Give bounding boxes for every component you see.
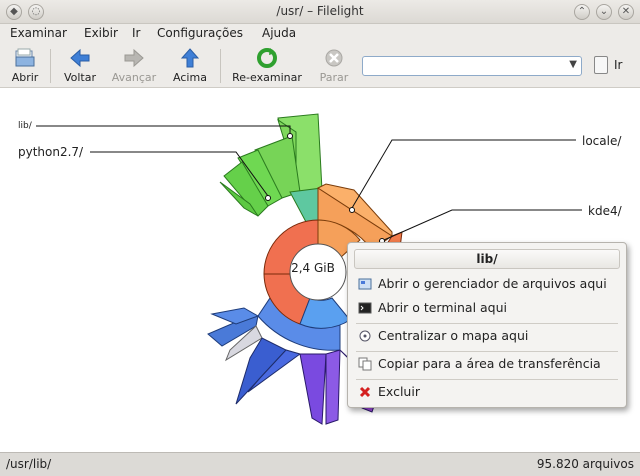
menu-item-center-map[interactable]: Centralizar o mapa aqui: [354, 325, 620, 347]
title-bar: ◆ ◌ /usr/ – Filelight ⌃ ⌄ ✕: [0, 0, 640, 24]
maximize-button[interactable]: ⌄: [596, 4, 612, 20]
back-button[interactable]: Voltar: [58, 44, 102, 88]
open-button[interactable]: Abrir: [6, 44, 44, 88]
stop-label: Parar: [319, 71, 349, 84]
menu-ir[interactable]: Ir: [132, 26, 140, 40]
window-title: /usr/ – Filelight: [276, 4, 364, 18]
go-label[interactable]: Ir: [614, 58, 622, 72]
refresh-icon: [257, 48, 277, 68]
menu-configuracoes[interactable]: Configurações: [157, 26, 243, 40]
rescan-button[interactable]: Re-examinar: [228, 44, 306, 88]
label-python[interactable]: python2.7/: [18, 145, 83, 159]
menu-item-open-terminal[interactable]: Abrir o terminal aqui: [354, 297, 620, 319]
center-map-icon: [359, 330, 371, 342]
status-path: /usr/lib/: [6, 457, 52, 471]
chevron-down-icon[interactable]: ▼: [569, 59, 577, 70]
toolbar-separator: [50, 49, 51, 83]
menu-item-open-file-manager[interactable]: Abrir o gerenciador de arquivos aqui: [354, 273, 620, 295]
menu-separator: [356, 379, 618, 380]
menu-item-delete[interactable]: Excluir: [354, 381, 620, 403]
rescan-label: Re-examinar: [232, 71, 302, 84]
lib-segments[interactable]: [219, 113, 323, 223]
folder-open-icon: [15, 48, 35, 67]
menu-item-copy[interactable]: Copiar para a área de transferência: [354, 353, 620, 375]
arrow-up-icon: [180, 48, 200, 68]
menu-item-label: Centralizar o mapa aqui: [378, 328, 529, 343]
arrow-left-icon: [70, 48, 90, 68]
menu-ajuda[interactable]: Ajuda: [262, 26, 296, 40]
location-combo[interactable]: ▼: [362, 56, 582, 76]
delete-icon: [359, 386, 371, 398]
menu-item-label: Excluir: [378, 384, 420, 399]
copy-icon: [358, 357, 372, 371]
status-file-count: 95.820 arquivos: [536, 457, 634, 471]
terminal-icon: [358, 302, 372, 314]
label-kde4[interactable]: kde4/: [588, 204, 622, 218]
stop-icon: [325, 49, 343, 67]
menu-exibir[interactable]: Exibir: [84, 26, 118, 40]
menu-item-label: Copiar para a área de transferência: [378, 356, 601, 371]
up-button[interactable]: Acima: [168, 44, 212, 88]
menu-bar: Examinar Exibir Ir Configurações Ajuda: [0, 24, 640, 44]
minimize-button[interactable]: ⌃: [574, 4, 590, 20]
status-bar: /usr/lib/ 95.820 arquivos: [0, 452, 640, 476]
center-size-label[interactable]: 2,4 GiB: [288, 261, 338, 275]
forward-button[interactable]: Avançar: [108, 44, 160, 88]
arrow-right-icon: [124, 48, 144, 68]
forward-label: Avançar: [111, 71, 157, 84]
label-locale[interactable]: locale/: [582, 134, 621, 148]
context-menu-title: lib/: [354, 249, 620, 269]
menu-item-label: Abrir o terminal aqui: [378, 300, 508, 315]
menu-separator: [356, 323, 618, 324]
menu-examinar[interactable]: Examinar: [10, 26, 67, 40]
back-label: Voltar: [63, 71, 97, 84]
file-manager-icon: [358, 278, 372, 290]
menu-item-label: Abrir o gerenciador de arquivos aqui: [378, 276, 607, 291]
stop-button[interactable]: Parar: [312, 44, 356, 88]
go-icon[interactable]: [594, 56, 608, 74]
toolbar-separator: [220, 49, 221, 83]
context-menu: lib/ Abrir o gerenciador de arquivos aqu…: [347, 242, 627, 408]
open-label: Abrir: [11, 71, 39, 84]
up-label: Acima: [173, 71, 207, 84]
label-lib[interactable]: lib/: [18, 121, 32, 131]
menu-separator: [356, 351, 618, 352]
close-button[interactable]: ✕: [618, 4, 634, 20]
